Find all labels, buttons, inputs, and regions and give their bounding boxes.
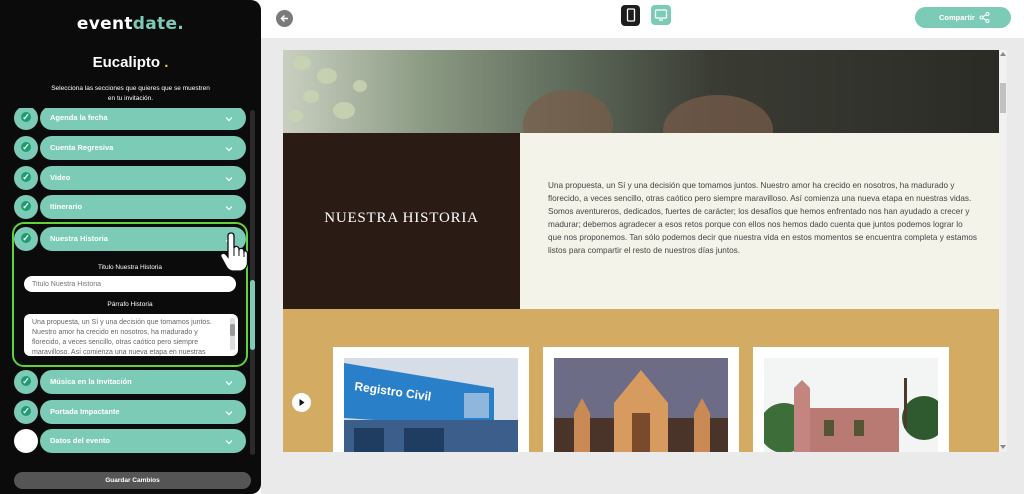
play-icon <box>299 399 305 406</box>
section-toggle[interactable]: ✓ <box>14 136 38 160</box>
chevron-down-icon <box>224 434 234 445</box>
story-paragraph: Una propuesta, un Sí y una decisión que … <box>548 181 978 255</box>
section-header[interactable]: Itinerario <box>40 195 246 219</box>
chevron-down-icon <box>224 375 234 386</box>
section-toggle[interactable] <box>14 429 38 453</box>
sidebar-scroll-thumb[interactable] <box>250 280 255 350</box>
section-toggle[interactable]: ✓ <box>14 370 38 394</box>
mobile-icon <box>626 8 636 22</box>
section-expanded-nuestra-historia: ✓ Nuestra Historia Titulo Nuestra Histor… <box>12 222 248 367</box>
chevron-down-icon <box>224 141 234 152</box>
hero-image <box>283 50 999 165</box>
textarea-scrollbar[interactable] <box>230 318 235 350</box>
story-title-input[interactable] <box>24 276 236 292</box>
gallery-photo-3[interactable] <box>753 347 949 452</box>
sections-list[interactable]: ✓ Agenda la fecha ✓ Cuenta Regresiva ✓ V… <box>12 108 248 456</box>
chevron-down-icon <box>224 405 234 416</box>
section-toggle[interactable]: ✓ <box>14 400 38 424</box>
instructions-text: Selecciona las secciones que quieres que… <box>51 85 210 102</box>
cathedral-photo <box>554 358 728 452</box>
section-row-itinerary[interactable]: ✓ Itinerario <box>12 195 246 219</box>
invitation-preview[interactable]: NUESTRA HISTORIA Una propuesta, un Sí y … <box>283 50 999 452</box>
preview-scrollbar[interactable] <box>999 50 1007 452</box>
back-button[interactable] <box>276 10 293 27</box>
section-header[interactable]: Música en la Invitación <box>40 370 246 394</box>
section-label: Música en la Invitación <box>50 377 132 386</box>
section-header[interactable]: Datos del evento <box>40 429 246 453</box>
section-label: Nuestra Historia <box>50 234 108 243</box>
preview-scroll-thumb[interactable] <box>1000 83 1006 113</box>
share-button-label: Compartir <box>939 13 975 22</box>
gallery-photo-2[interactable] <box>543 347 739 452</box>
section-header[interactable]: Agenda la fecha <box>40 108 246 130</box>
section-label: Cuenta Regresiva <box>50 143 114 152</box>
section-row-music[interactable]: ✓ Música en la Invitación <box>12 370 246 394</box>
section-header[interactable]: Portada Impactante <box>40 400 246 424</box>
hand-pointer-icon <box>220 232 249 272</box>
chevron-down-icon <box>224 111 234 122</box>
check-icon: ✓ <box>21 142 31 152</box>
section-header[interactable]: Nuestra Historia <box>40 227 246 251</box>
scroll-down-arrow-icon[interactable] <box>1000 445 1006 449</box>
save-changes-button[interactable]: Guardar Cambios <box>14 472 251 489</box>
story-text-panel: Una propuesta, un Sí y una decisión que … <box>520 133 999 309</box>
section-row-cover[interactable]: ✓ Portada Impactante <box>12 400 246 424</box>
story-title-panel: NUESTRA HISTORIA <box>283 133 520 309</box>
section-row-video[interactable]: ✓ Video <box>12 166 246 190</box>
story-paragraph-textarea[interactable]: Una propuesta, un Sí y una decisión que … <box>24 314 238 356</box>
section-header[interactable]: Video <box>40 166 246 190</box>
section-row-countdown[interactable]: ✓ Cuenta Regresiva <box>12 136 246 160</box>
scroll-up-arrow-icon[interactable] <box>1000 52 1006 56</box>
section-row-story[interactable]: ✓ Nuestra Historia <box>12 227 246 251</box>
desktop-view-button[interactable] <box>651 5 671 25</box>
story-paragraph-text: Una propuesta, un Sí y una decisión que … <box>32 319 212 356</box>
section-header[interactable]: Cuenta Regresiva <box>40 136 246 160</box>
arrow-left-icon <box>280 14 288 23</box>
check-icon: ✓ <box>21 406 31 416</box>
check-icon: ✓ <box>21 172 31 182</box>
section-toggle[interactable]: ✓ <box>14 227 38 251</box>
section-row-event-data[interactable]: Datos del evento <box>12 429 246 453</box>
story-paragraph-label: Párrafo Historia <box>107 301 153 308</box>
section-label: Portada Impactante <box>50 407 120 416</box>
mobile-view-button[interactable] <box>621 5 640 26</box>
photo-gallery: Registro Civil <box>283 309 999 452</box>
textarea-scroll-thumb[interactable] <box>230 324 235 336</box>
chevron-down-icon <box>224 171 234 182</box>
section-toggle[interactable]: ✓ <box>14 166 38 190</box>
sidebar-scrollbar[interactable] <box>250 110 255 455</box>
section-label: Video <box>50 173 71 182</box>
chapel-photo <box>764 358 938 452</box>
section-label: Itinerario <box>50 202 83 211</box>
section-label: Datos del evento <box>50 436 111 445</box>
theme-title: Eucalipto . <box>92 54 169 71</box>
chevron-down-icon <box>224 200 234 211</box>
check-icon: ✓ <box>21 376 31 386</box>
story-title-label: Titulo Nuestra Historia <box>97 264 163 271</box>
check-icon: ✓ <box>21 201 31 211</box>
registry-office-photo: Registro Civil <box>344 358 518 452</box>
share-button[interactable]: Compartir <box>915 7 1011 28</box>
check-icon: ✓ <box>21 233 31 243</box>
gallery-photo-1[interactable]: Registro Civil <box>333 347 529 452</box>
section-toggle[interactable]: ✓ <box>14 108 38 130</box>
story-title: NUESTRA HISTORIA <box>324 210 479 226</box>
eventdate-logo: eventdate. <box>76 14 185 34</box>
play-button[interactable] <box>292 393 311 412</box>
section-toggle[interactable]: ✓ <box>14 195 38 219</box>
check-icon: ✓ <box>21 112 31 122</box>
section-row-agenda[interactable]: ✓ Agenda la fecha <box>12 108 246 130</box>
section-label: Agenda la fecha <box>50 113 108 122</box>
share-icon <box>979 12 990 23</box>
desktop-icon <box>654 9 668 21</box>
